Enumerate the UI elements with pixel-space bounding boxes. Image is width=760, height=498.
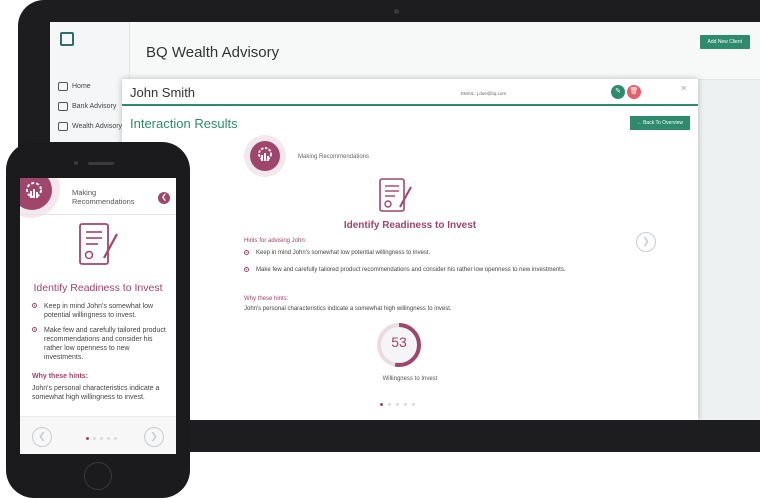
pagination-dot[interactable] bbox=[380, 403, 383, 406]
hint-text: Keep in mind John's somewhat low potenti… bbox=[44, 303, 154, 319]
step-badge bbox=[244, 135, 286, 177]
pagination-dots bbox=[86, 437, 117, 440]
hint-text: Make few and carefully tailored product … bbox=[44, 327, 166, 361]
pagination-dot[interactable] bbox=[114, 437, 117, 440]
pagination-dot[interactable] bbox=[388, 403, 391, 406]
home-button[interactable] bbox=[84, 462, 112, 490]
phone-frame: Making Recommendations ❮ Identify Readin… bbox=[6, 142, 190, 498]
sidebar-item-home[interactable]: Home bbox=[58, 82, 91, 91]
section-title: Interaction Results bbox=[130, 116, 238, 131]
bullet-icon bbox=[32, 327, 37, 332]
pagination-dot[interactable] bbox=[404, 403, 407, 406]
bullet-icon bbox=[32, 303, 37, 308]
client-modal: John Smith EMAIL: j.doe@bq.com ✎ 🗑 ✕ Int… bbox=[122, 79, 698, 420]
phone-screen: Making Recommendations ❮ Identify Readin… bbox=[20, 178, 176, 454]
gauge-value: 53 bbox=[391, 334, 407, 350]
sidebar-item-wealth-advisory[interactable]: Wealth Advisory bbox=[58, 122, 122, 131]
sidebar-item-label: Home bbox=[72, 83, 91, 90]
divider bbox=[20, 214, 176, 215]
hint-item: Make few and carefully tailored product … bbox=[244, 266, 568, 274]
back-arrow-icon[interactable]: ❮ bbox=[158, 192, 170, 204]
app-header: BQ Wealth Advisory Add New Client bbox=[130, 22, 760, 80]
gear-chart-icon bbox=[250, 141, 280, 171]
wealth-icon bbox=[58, 122, 68, 131]
gauge-label: Willingness to Invest bbox=[382, 376, 438, 382]
bank-icon bbox=[58, 102, 68, 111]
sidebar-item-label: Wealth Advisory bbox=[72, 123, 123, 130]
camera-icon bbox=[394, 9, 399, 14]
hint-item: Keep in mind John's somewhat low potenti… bbox=[244, 249, 568, 257]
why-heading: Why these hints: bbox=[244, 296, 289, 302]
back-to-overview-button[interactable]: ← Back To Overview bbox=[629, 116, 690, 130]
pagination-dot[interactable] bbox=[396, 403, 399, 406]
recommendation-title: Identify Readiness to Invest bbox=[343, 220, 477, 231]
pagination-dots bbox=[380, 403, 415, 406]
next-arrow-icon[interactable]: ❯ bbox=[636, 232, 656, 252]
close-icon[interactable]: ✕ bbox=[680, 84, 687, 93]
logo-icon bbox=[60, 32, 74, 46]
app-title: BQ Wealth Advisory bbox=[146, 44, 280, 61]
why-text: John's personal characteristics indicate… bbox=[244, 306, 452, 312]
step-label: Making Recommendations bbox=[298, 154, 370, 160]
bullet-icon bbox=[244, 250, 249, 255]
sidebar-item-label: Bank Advisory bbox=[72, 103, 117, 110]
document-signature-icon bbox=[79, 223, 118, 265]
speaker-icon bbox=[88, 162, 114, 165]
phone-footer: ❮ ❯ bbox=[20, 416, 176, 454]
recommendation-title: Identify Readiness to Invest bbox=[33, 282, 163, 294]
pagination-dot[interactable] bbox=[93, 437, 96, 440]
pagination-dot[interactable] bbox=[86, 437, 89, 440]
sidebar-item-bank-advisory[interactable]: Bank Advisory bbox=[58, 102, 116, 111]
delete-button[interactable]: 🗑 bbox=[627, 85, 641, 99]
client-email: EMAIL: j.doe@bq.com bbox=[461, 91, 507, 96]
next-arrow-icon[interactable]: ❯ bbox=[144, 427, 164, 447]
why-text: John's personal characteristics indicate… bbox=[32, 385, 160, 401]
document-signature-icon bbox=[379, 178, 412, 212]
hints-heading: Hints for advising John: bbox=[244, 238, 307, 244]
hint-item: Make few and carefully tailored product … bbox=[32, 326, 168, 362]
hint-text: Make few and carefully tailored product … bbox=[256, 267, 566, 273]
hint-item: Keep in mind John's somewhat low potenti… bbox=[32, 302, 168, 320]
add-client-button[interactable]: Add New Client bbox=[699, 35, 750, 49]
modal-header: John Smith EMAIL: j.doe@bq.com ✎ 🗑 ✕ bbox=[122, 79, 698, 106]
prev-arrow-icon[interactable]: ❮ bbox=[32, 427, 52, 447]
pagination-dot[interactable] bbox=[412, 403, 415, 406]
bullet-icon bbox=[244, 267, 249, 272]
edit-button[interactable]: ✎ bbox=[611, 85, 625, 99]
why-heading: Why these hints: bbox=[32, 373, 89, 380]
home-icon bbox=[58, 82, 68, 91]
step-label: Making Recommendations bbox=[72, 188, 135, 206]
front-camera-icon bbox=[74, 161, 78, 165]
hint-text: Keep in mind John's somewhat low potenti… bbox=[256, 250, 431, 256]
pagination-dot[interactable] bbox=[107, 437, 110, 440]
gear-chart-icon bbox=[20, 178, 52, 210]
pagination-dot[interactable] bbox=[100, 437, 103, 440]
client-name: John Smith bbox=[130, 85, 196, 100]
